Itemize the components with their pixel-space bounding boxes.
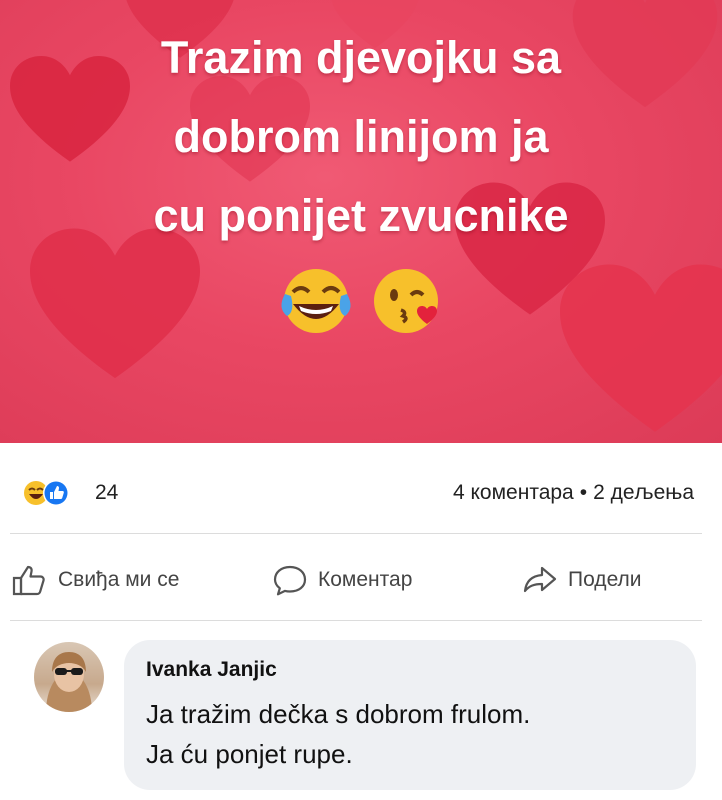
caption-line: Trazim djevojku sa xyxy=(160,32,562,83)
divider xyxy=(10,620,702,621)
reaction-stats-bar: 24 4 коментара • 2 дељења xyxy=(0,443,722,533)
share-button[interactable]: Подели xyxy=(522,563,642,597)
avatar[interactable] xyxy=(34,642,104,712)
image-caption: Trazim djevojku sa dobrom linijom ja cu … xyxy=(0,18,722,255)
caption-line: dobrom linijom ja xyxy=(173,111,549,162)
speech-bubble-icon xyxy=(273,565,307,596)
comment-line: Ja ću ponjet rupe. xyxy=(146,739,353,769)
post-image[interactable]: Trazim djevojku sa dobrom linijom ja cu … xyxy=(0,0,722,443)
share-button-label: Подели xyxy=(568,568,642,591)
post-action-bar: Свиђа ми се Коментар Подели xyxy=(0,545,722,615)
face-with-tears-of-joy-icon xyxy=(281,269,351,333)
comment-line: Ja tražim dečka s dobrom frulom. xyxy=(146,699,531,729)
like-button[interactable]: Свиђа ми се xyxy=(12,563,179,597)
reaction-icons[interactable] xyxy=(22,479,88,507)
comment-author[interactable]: Ivanka Janjic xyxy=(146,658,277,682)
separator-dot: • xyxy=(579,481,588,504)
comment-button[interactable]: Коментар xyxy=(272,563,412,597)
comment-text: Ja tražim dečka s dobrom frulom. Ja ću p… xyxy=(146,694,530,774)
like-reaction-icon xyxy=(43,480,69,506)
caption-line: cu ponijet zvucnike xyxy=(153,190,569,241)
thumbs-up-icon xyxy=(12,565,45,596)
comments-count[interactable]: 4 коментара xyxy=(453,481,574,504)
reaction-count[interactable]: 24 xyxy=(95,481,118,505)
comment-bubble: Ivanka Janjic Ja tražim dečka s dobrom f… xyxy=(124,640,696,790)
shares-count[interactable]: 2 дељења xyxy=(593,481,694,504)
face-blowing-kiss-icon xyxy=(374,269,438,333)
comment-button-label: Коментар xyxy=(318,568,413,591)
emoji-row xyxy=(277,262,457,342)
comment-item: Ivanka Janjic Ja tražim dečka s dobrom f… xyxy=(0,630,722,800)
share-arrow-icon xyxy=(523,566,557,593)
like-button-label: Свиђа ми се xyxy=(58,568,180,591)
engagement-summary: 4 коментара • 2 дељења xyxy=(453,481,694,505)
divider xyxy=(10,533,702,534)
heart-decoration xyxy=(560,264,722,432)
